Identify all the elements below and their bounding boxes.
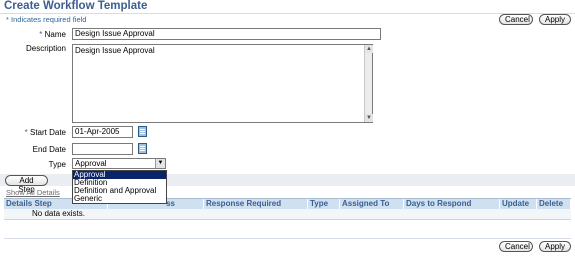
add-step-button[interactable]: Add Step xyxy=(5,175,48,194)
start-date-label: * Start Date xyxy=(0,128,66,137)
bottom-divider xyxy=(4,238,571,239)
dropdown-option[interactable]: Generic xyxy=(73,195,166,203)
empty-table-message: No data exists. xyxy=(32,209,85,218)
chevron-down-icon[interactable]: ▼ xyxy=(155,159,165,168)
page-title: Create Workflow Template xyxy=(4,0,148,12)
calendar-icon[interactable] xyxy=(138,126,147,137)
cancel-button-bottom[interactable]: Cancel xyxy=(499,241,533,252)
name-label: * Name xyxy=(0,30,66,39)
type-selected-value: Approval xyxy=(75,159,107,168)
description-scrollbar[interactable]: ▲ ▼ xyxy=(364,45,373,122)
scroll-down-icon[interactable]: ▼ xyxy=(365,114,373,122)
apply-button-bottom[interactable]: Apply xyxy=(539,241,571,252)
description-text: Design Issue Approval xyxy=(75,46,155,55)
required-marker: * xyxy=(39,30,43,39)
start-date-label-text: Start Date xyxy=(29,128,66,137)
required-note-text: Indicates required field xyxy=(11,15,87,24)
end-date-label: End Date xyxy=(32,145,66,154)
description-textarea[interactable]: Design Issue Approval ▲ ▼ xyxy=(72,44,373,123)
required-field-note: * Indicates required field xyxy=(6,15,86,24)
name-label-text: Name xyxy=(44,30,66,39)
calendar-icon[interactable] xyxy=(138,143,147,154)
name-field[interactable]: Design Issue Approval xyxy=(72,28,381,40)
required-marker: * xyxy=(6,15,9,24)
type-dropdown-list[interactable]: Approval Definition Definition and Appro… xyxy=(72,170,167,204)
required-marker: * xyxy=(24,128,28,137)
title-divider xyxy=(0,13,575,14)
apply-button-top[interactable]: Apply xyxy=(539,14,571,25)
description-label: Description xyxy=(25,44,66,53)
scroll-up-icon[interactable]: ▲ xyxy=(365,45,373,53)
type-select[interactable]: Approval ▼ xyxy=(72,158,166,169)
show-all-details-link[interactable]: Show All Details xyxy=(6,188,60,197)
table-row: No data exists. xyxy=(4,209,571,220)
start-date-field[interactable]: 01-Apr-2005 xyxy=(72,126,133,138)
type-label: Type xyxy=(48,160,66,169)
cancel-button-top[interactable]: Cancel xyxy=(499,14,533,25)
end-date-field[interactable] xyxy=(72,143,133,155)
